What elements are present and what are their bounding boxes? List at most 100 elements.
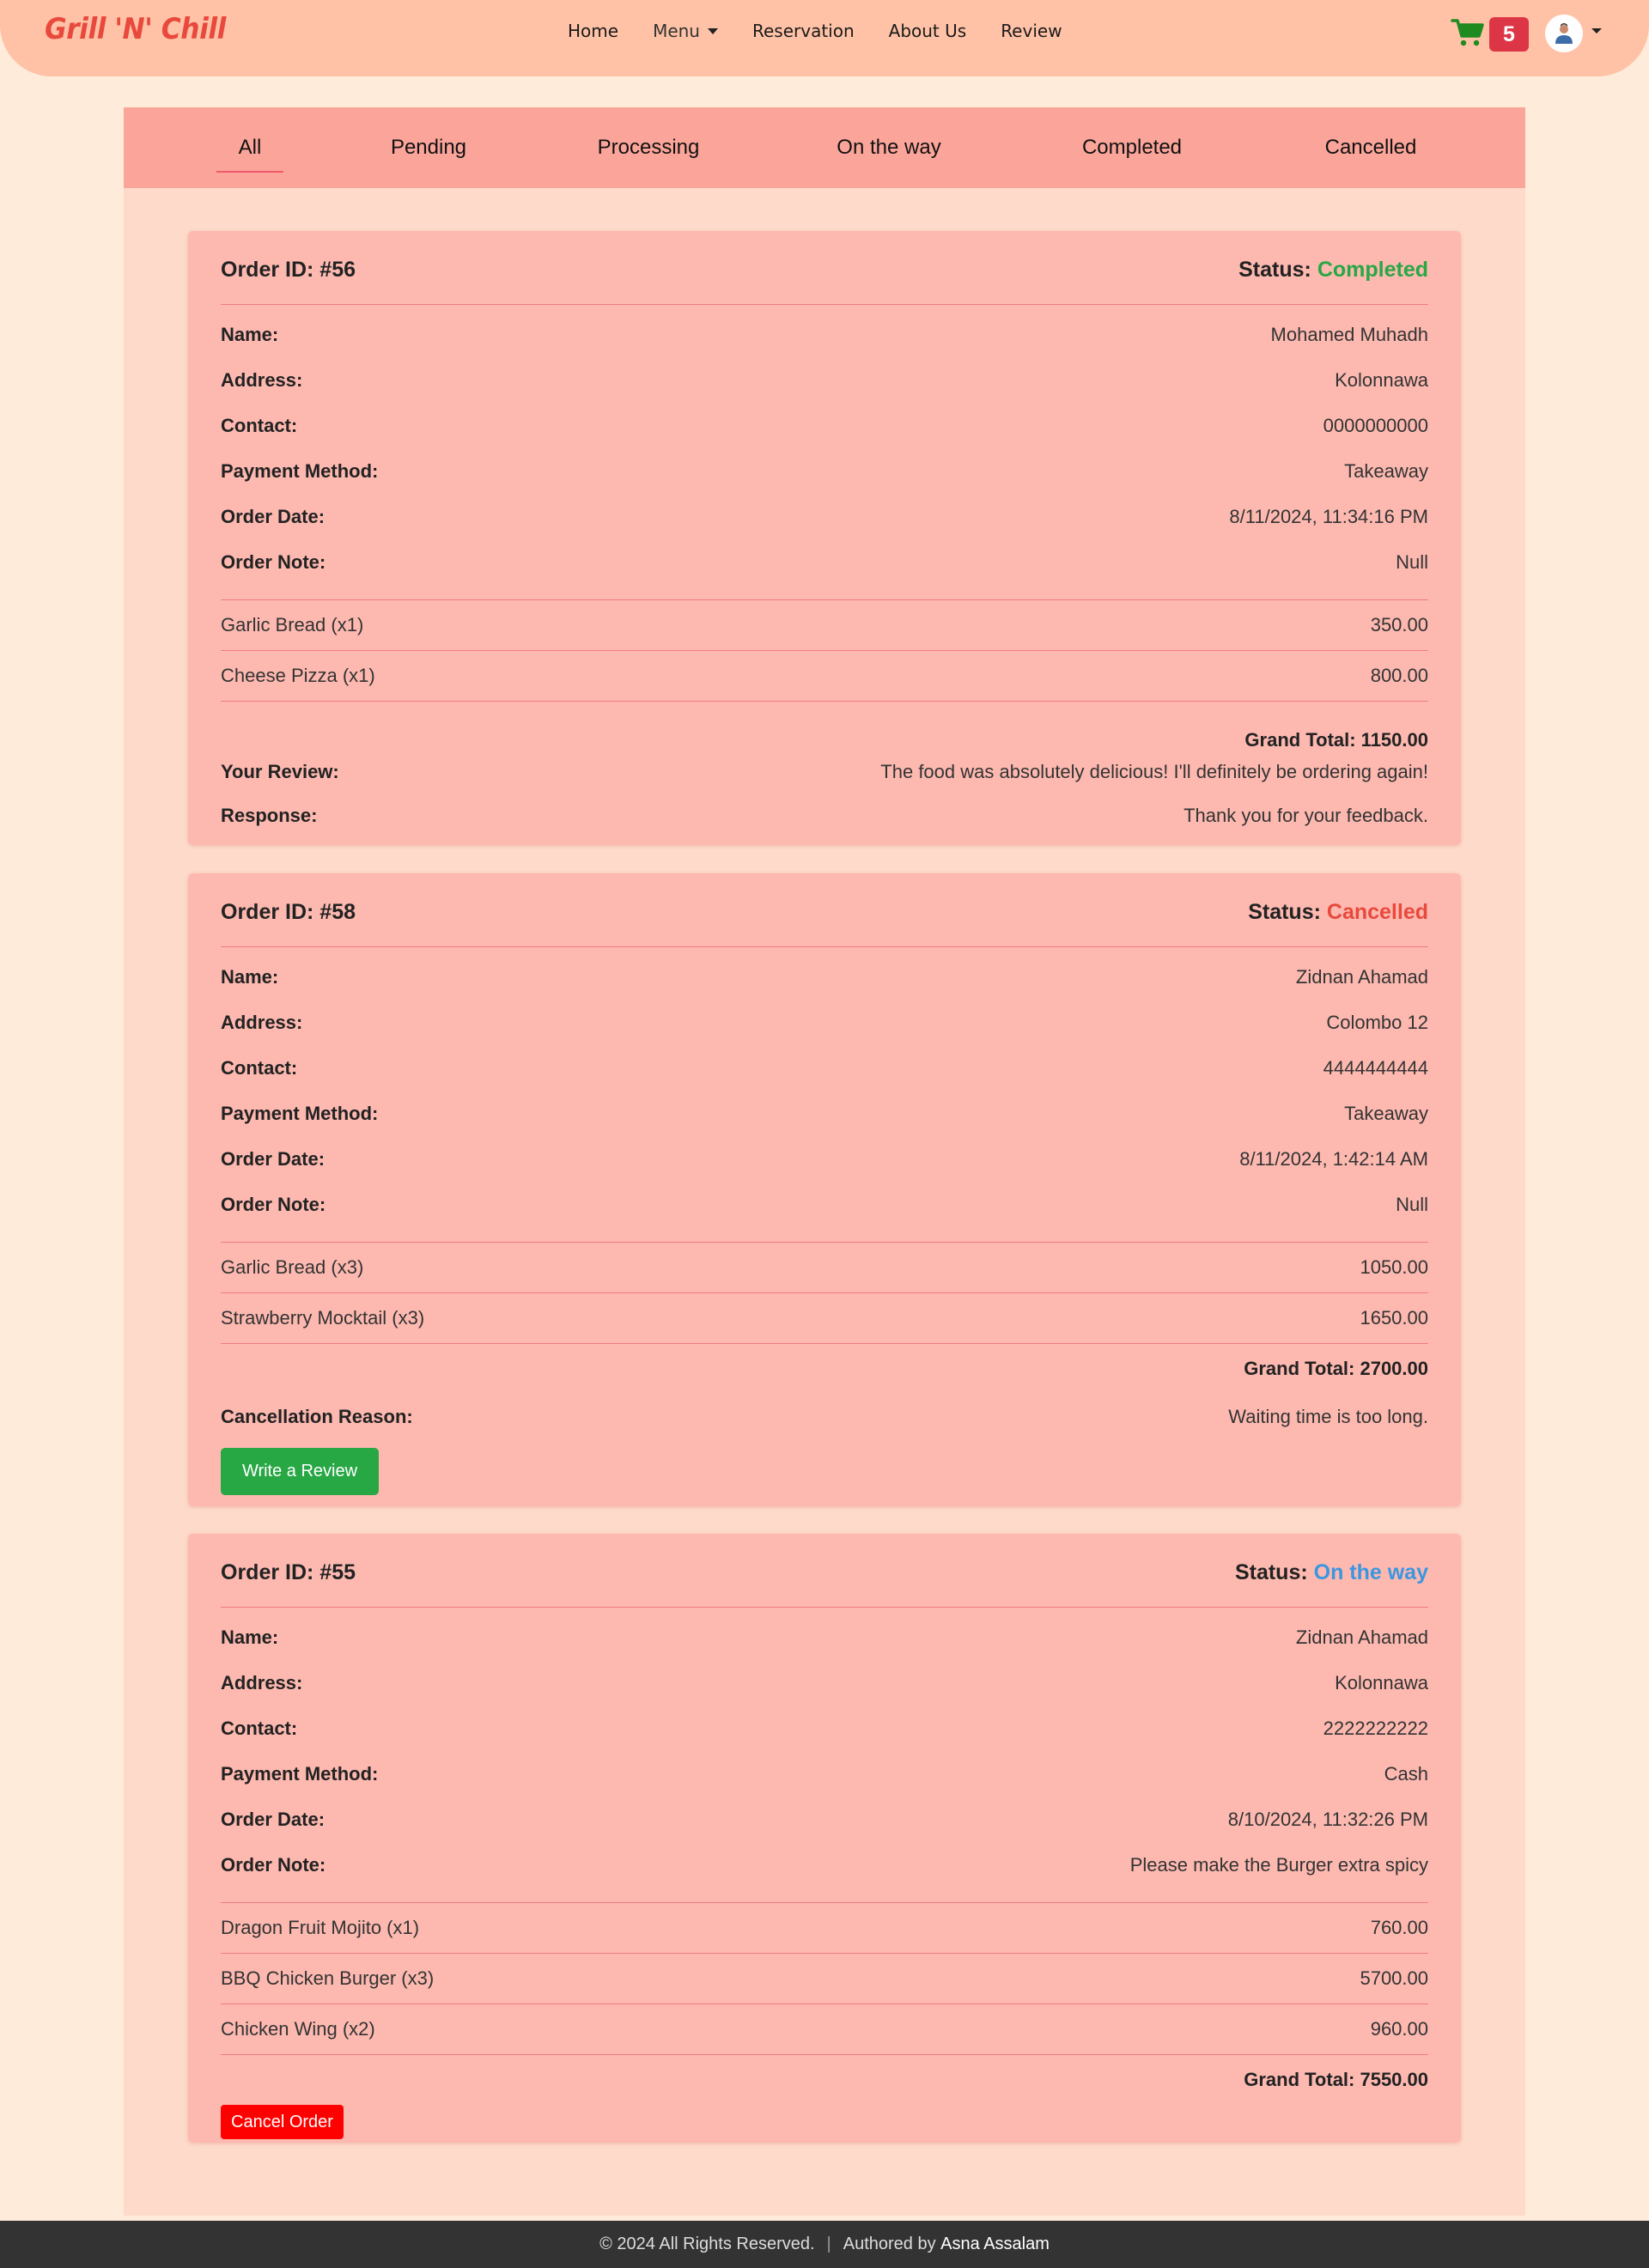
note-label: Order Note: bbox=[221, 550, 326, 573]
date-value: 8/10/2024, 11:32:26 PM bbox=[1227, 1808, 1428, 1830]
grand-total: Grand Total: 1150.00 bbox=[1244, 729, 1428, 751]
order-card-header: Order ID: #55 Status: On the way bbox=[221, 1534, 1428, 1608]
order-status: Status: On the way bbox=[1235, 1560, 1428, 1585]
brand-logo[interactable]: Grill 'N' Chill bbox=[45, 12, 226, 46]
order-status: Status: Cancelled bbox=[1248, 900, 1428, 925]
item-price: 1050.00 bbox=[1360, 1256, 1428, 1278]
item-price: 350.00 bbox=[1370, 614, 1428, 635]
order-item: Chicken Wing (x2) 960.00 bbox=[221, 2004, 1428, 2055]
tab-all[interactable]: All bbox=[216, 107, 283, 188]
order-item: Dragon Fruit Mojito (x1) 760.00 bbox=[221, 1903, 1428, 1954]
contact-label: Contact: bbox=[221, 1717, 298, 1739]
status-value: Cancelled bbox=[1326, 900, 1428, 924]
contact-row: Contact: 2222222222 bbox=[221, 1706, 1428, 1751]
address-row: Address: Kolonnawa bbox=[221, 357, 1428, 403]
tab-on-the-way[interactable]: On the way bbox=[833, 107, 945, 188]
name-row: Name: Zidnan Ahamad bbox=[221, 1614, 1428, 1660]
name-value: Mohamed Muhadh bbox=[1270, 323, 1428, 345]
name-label: Name: bbox=[221, 1626, 279, 1648]
payment-value: Cash bbox=[1384, 1762, 1428, 1785]
contact-label: Contact: bbox=[221, 414, 298, 436]
date-row: Order Date: 8/10/2024, 11:32:26 PM bbox=[221, 1797, 1428, 1842]
note-value: Null bbox=[1396, 550, 1428, 573]
date-value: 8/11/2024, 1:42:14 AM bbox=[1239, 1147, 1428, 1170]
item-name: Cheese Pizza (x1) bbox=[221, 665, 375, 686]
grand-total: Grand Total: 2700.00 bbox=[1244, 1358, 1428, 1379]
order-item: Cheese Pizza (x1) 800.00 bbox=[221, 651, 1428, 702]
item-price: 5700.00 bbox=[1360, 1967, 1428, 1989]
avatar-chevron-down-icon[interactable] bbox=[1591, 28, 1602, 33]
tab-pending[interactable]: Pending bbox=[381, 107, 476, 188]
nav-review[interactable]: Review bbox=[1001, 21, 1062, 41]
date-label: Order Date: bbox=[221, 1808, 326, 1830]
cancel-order-button[interactable]: Cancel Order bbox=[221, 2105, 344, 2139]
response-value: Thank you for your feedback. bbox=[1184, 804, 1428, 826]
order-card: Order ID: #56 Status: Completed Name: Moh… bbox=[188, 231, 1461, 845]
payment-value: Takeaway bbox=[1344, 1102, 1428, 1124]
status-label: Status: bbox=[1238, 258, 1311, 282]
status-value: On the way bbox=[1313, 1560, 1428, 1584]
order-item: BBQ Chicken Burger (x3) 5700.00 bbox=[221, 1954, 1428, 2004]
cart-count-badge[interactable]: 5 bbox=[1489, 17, 1529, 52]
order-status: Status: Completed bbox=[1238, 258, 1428, 283]
item-price: 960.00 bbox=[1370, 2018, 1428, 2040]
date-value: 8/11/2024, 11:34:16 PM bbox=[1229, 505, 1428, 527]
order-status-tabs: All Pending Processing On the way Comple… bbox=[124, 107, 1525, 188]
payment-label: Payment Method: bbox=[221, 1102, 379, 1124]
grand-total: Grand Total: 7550.00 bbox=[1244, 2069, 1428, 2090]
date-row: Order Date: 8/11/2024, 11:34:16 PM bbox=[221, 494, 1428, 539]
contact-value: 2222222222 bbox=[1323, 1717, 1428, 1739]
address-value: Kolonnawa bbox=[1335, 1671, 1428, 1693]
address-label: Address: bbox=[221, 368, 303, 391]
contact-value: 4444444444 bbox=[1323, 1056, 1428, 1079]
tab-completed[interactable]: Completed bbox=[1072, 107, 1192, 188]
order-card: Order ID: #58 Status: Cancelled Name: Zid… bbox=[188, 873, 1461, 1506]
status-label: Status: bbox=[1248, 900, 1321, 924]
contact-label: Contact: bbox=[221, 1056, 298, 1079]
review-label: Your Review: bbox=[221, 761, 339, 782]
item-name: Strawberry Mocktail (x3) bbox=[221, 1307, 425, 1329]
order-item: Garlic Bread (x3) 1050.00 bbox=[221, 1243, 1428, 1293]
tab-processing[interactable]: Processing bbox=[593, 107, 704, 188]
nav-links: Home Menu Reservation About Us Review bbox=[568, 21, 1097, 41]
address-value: Colombo 12 bbox=[1326, 1011, 1428, 1033]
nav-about[interactable]: About Us bbox=[889, 21, 967, 41]
note-label: Order Note: bbox=[221, 1853, 326, 1876]
write-review-button[interactable]: Write a Review bbox=[221, 1448, 379, 1495]
date-row: Order Date: 8/11/2024, 1:42:14 AM bbox=[221, 1136, 1428, 1182]
address-label: Address: bbox=[221, 1671, 303, 1693]
note-row: Order Note: Please make the Burger extra … bbox=[221, 1842, 1428, 1888]
nav-reservation[interactable]: Reservation bbox=[752, 21, 855, 41]
contact-row: Contact: 0000000000 bbox=[221, 403, 1428, 448]
response-row: Response: Thank you for your feedback. bbox=[221, 793, 1428, 838]
order-id: Order ID: #55 bbox=[221, 1560, 356, 1584]
payment-row: Payment Method: Cash bbox=[221, 1751, 1428, 1797]
note-label: Order Note: bbox=[221, 1193, 326, 1215]
note-row: Order Note: Null bbox=[221, 1182, 1428, 1227]
payment-row: Payment Method: Takeaway bbox=[221, 1091, 1428, 1136]
nav-menu-dropdown[interactable]: Menu bbox=[653, 21, 718, 41]
contact-row: Contact: 4444444444 bbox=[221, 1045, 1428, 1091]
name-row: Name: Mohamed Muhadh bbox=[221, 312, 1428, 357]
name-label: Name: bbox=[221, 965, 279, 988]
order-card-header: Order ID: #56 Status: Completed bbox=[221, 231, 1428, 305]
cart-icon[interactable] bbox=[1451, 17, 1485, 48]
user-avatar-icon[interactable] bbox=[1545, 15, 1583, 52]
name-label: Name: bbox=[221, 323, 279, 345]
item-name: Chicken Wing (x2) bbox=[221, 2018, 375, 2040]
item-name: Dragon Fruit Mojito (x1) bbox=[221, 1917, 420, 1938]
response-label: Response: bbox=[221, 804, 318, 826]
footer-separator: | bbox=[826, 2235, 831, 2253]
name-value: Zidnan Ahamad bbox=[1295, 1626, 1428, 1648]
footer-copyright: © 2024 All Rights Reserved. bbox=[599, 2235, 815, 2253]
item-price: 760.00 bbox=[1370, 1917, 1428, 1938]
tab-cancelled[interactable]: Cancelled bbox=[1315, 107, 1427, 188]
item-name: Garlic Bread (x3) bbox=[221, 1256, 364, 1278]
order-card: Order ID: #55 Status: On the way Name: Zi… bbox=[188, 1534, 1461, 2143]
cancel-reason-row: Cancellation Reason: Waiting time is too … bbox=[221, 1394, 1428, 1439]
review-value: The food was absolutely delicious! I'll … bbox=[880, 761, 1428, 782]
navbar: Grill 'N' Chill Home Menu Reservation Ab… bbox=[0, 0, 1649, 76]
order-items: Garlic Bread (x3) 1050.00 Strawberry Mock… bbox=[221, 1242, 1428, 1344]
nav-home[interactable]: Home bbox=[568, 21, 618, 41]
address-label: Address: bbox=[221, 1011, 303, 1033]
